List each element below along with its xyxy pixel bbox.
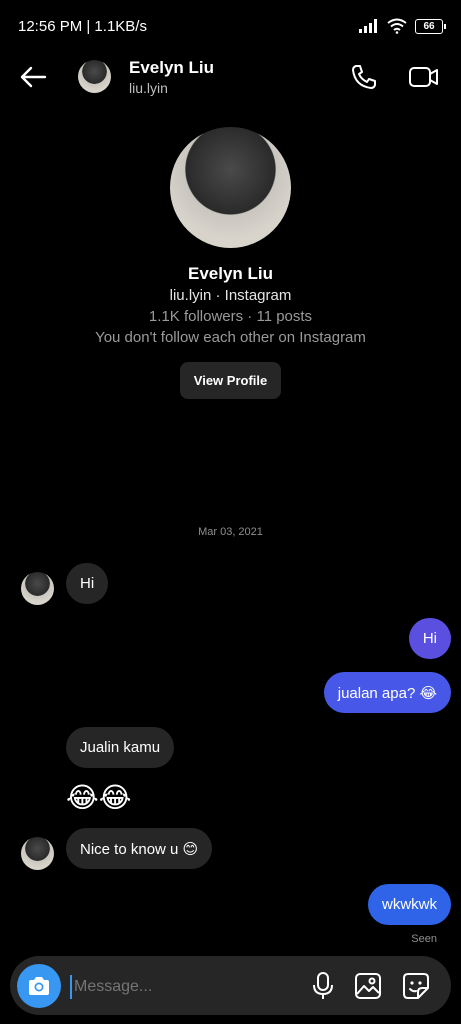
status-icons: 66 [359,18,446,34]
date-divider: Mar 03, 2021 [198,526,263,538]
emoji-message[interactable]: 😂😂 [66,782,131,814]
signal-icon [359,19,377,33]
sticker-icon[interactable] [402,972,430,1000]
wifi-icon [387,18,407,34]
view-profile-button[interactable]: View Profile [180,362,281,399]
message-input[interactable] [70,975,276,999]
microphone-icon[interactable] [312,972,334,1000]
phone-call-icon[interactable] [350,63,378,91]
follow-status: You don't follow each other on Instagram [95,329,366,346]
profile-avatar[interactable] [170,127,291,248]
message-bubble-outgoing[interactable]: wkwkwk [368,884,451,925]
message-bubble-incoming[interactable]: Hi [66,563,109,604]
sender-avatar[interactable] [21,837,54,870]
video-call-icon[interactable] [408,63,440,91]
profile-name: Evelyn Liu [187,264,274,283]
header-username[interactable]: liu.lyin [129,80,168,96]
camera-button[interactable] [17,964,61,1008]
profile-stats: 1.1K followers · 11 posts [148,308,313,325]
header-avatar[interactable] [78,60,111,93]
message-bubble-outgoing[interactable]: Hi [408,618,451,659]
back-arrow-icon[interactable] [18,62,48,92]
message-bubble-incoming[interactable]: Jualin kamu [66,727,175,768]
message-composer [10,956,451,1015]
battery-indicator: 66 [415,18,446,34]
gallery-icon[interactable] [354,972,382,1000]
message-bubble-outgoing[interactable]: jualan apa? 😂 [323,672,451,713]
profile-username: liu.lyin · Instagram [169,287,292,304]
message-bubble-incoming[interactable]: Nice to know u 😊 [66,828,213,869]
status-time: 12:56 PM | 1.1KB/s [18,18,147,35]
camera-icon [29,977,49,995]
header-name[interactable]: Evelyn Liu [129,58,214,78]
chat-header: Evelyn Liu liu.lyin [0,52,461,104]
seen-indicator: Seen [411,933,437,945]
status-bar: 12:56 PM | 1.1KB/s 66 [0,0,461,52]
sender-avatar[interactable] [21,572,54,605]
